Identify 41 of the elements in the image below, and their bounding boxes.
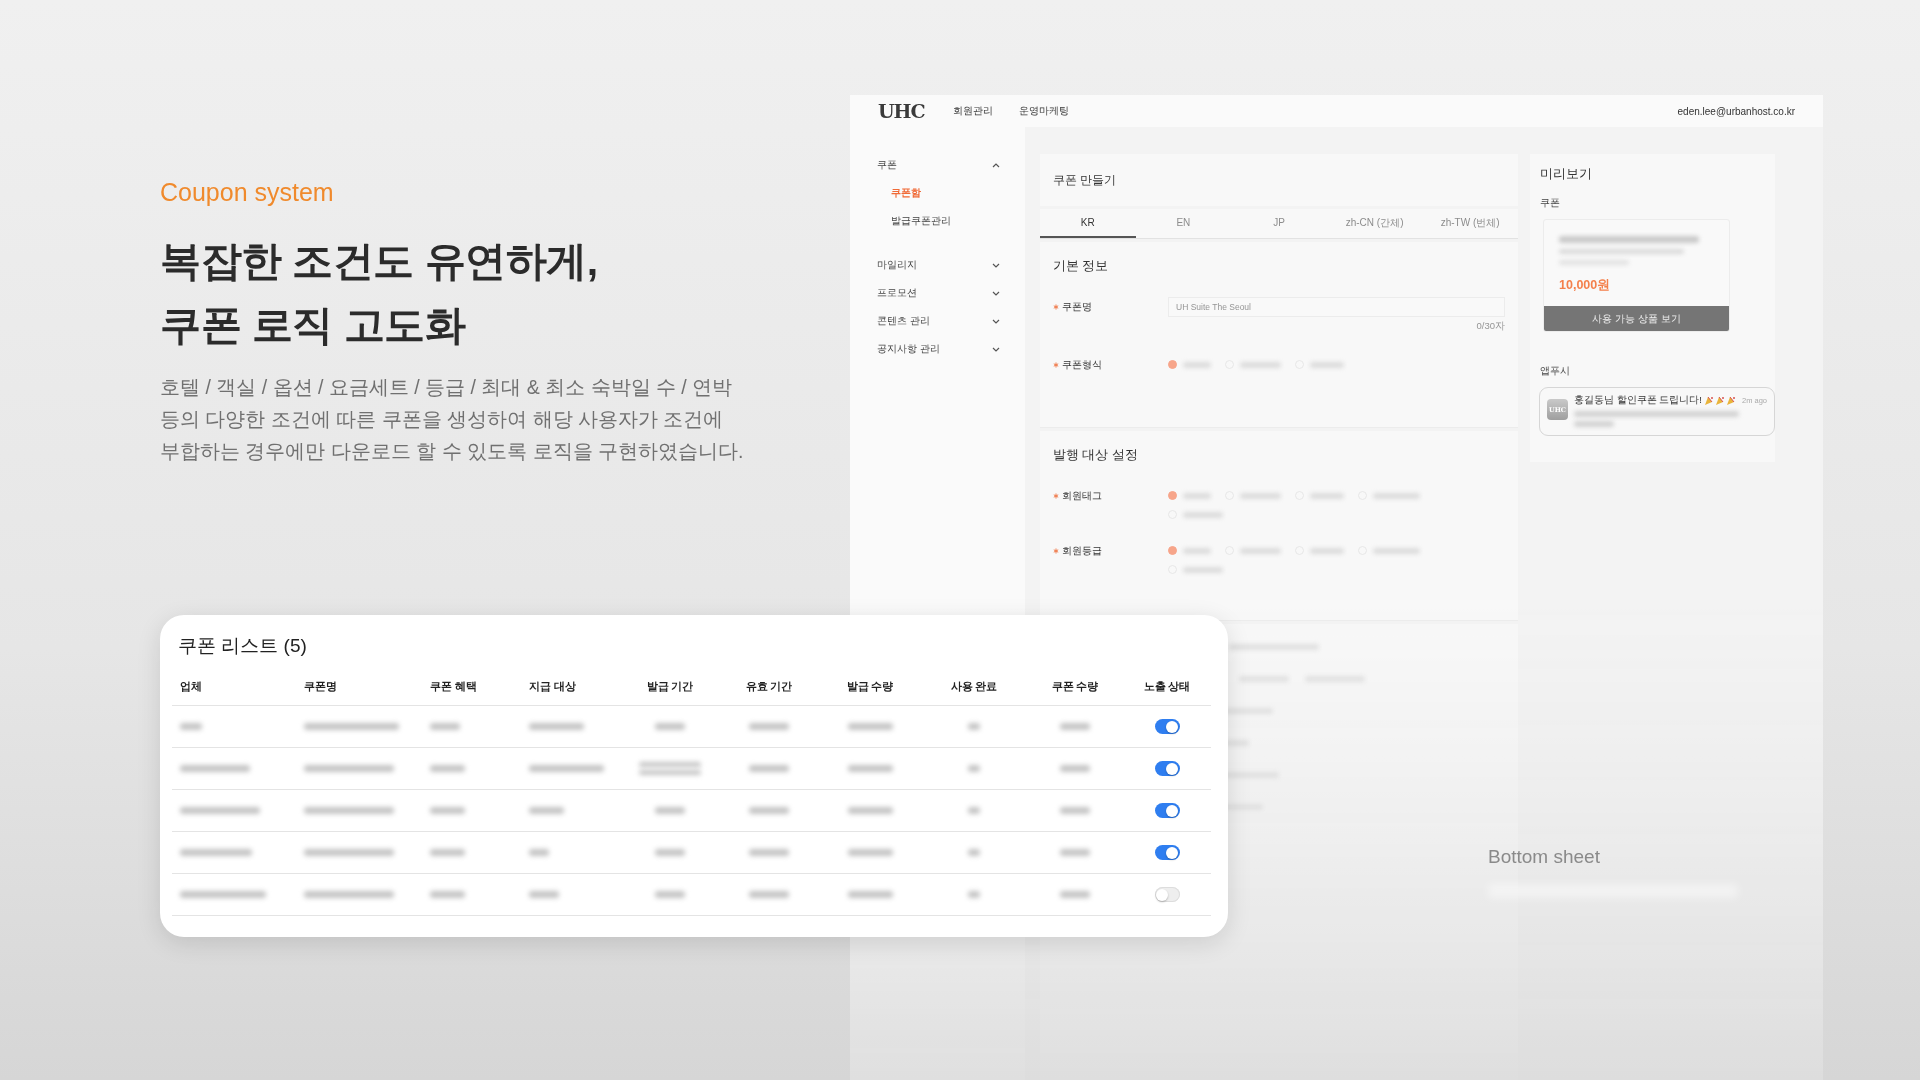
section-title: 발행 대상 설정 [1053,447,1138,464]
view-products-button[interactable]: 사용 가능 상품 보기 [1544,306,1729,331]
field-label: 쿠폰형식 [1062,358,1102,372]
nav-link[interactable]: 운영마케팅 [1018,104,1069,118]
field-label: 회원등급 [1062,544,1102,558]
overlay-caption: Bottom sheet [1488,846,1600,867]
column-header: 사용 완료 [950,680,998,694]
sidebar-item[interactable]: 쿠폰 [850,151,1025,179]
field-label: 회원태그 [1062,489,1102,503]
description: 호텔 / 객실 / 옵션 / 요금세트 / 등급 / 최대 & 최소 숙박일 수 / 연박 등의 다양한 조건에 따른 쿠폰을 생성하여 해당 사용자가 조건에 부합하는 경우에만 다운로드 할 수 있도록 로직을 구현하였습니다. [160,375,745,464]
language-tab[interactable]: KR [1040,209,1136,238]
column-header: 유효 기간 [745,680,793,694]
column-header: 쿠폰 수량 [1051,680,1099,694]
section-label: Coupon system [160,178,334,207]
coupon-amount: 10,000원 [1559,277,1611,294]
section-title: 기본 정보 [1053,258,1109,275]
headline: 복잡한 조건도 유연하게, 쿠폰 로직 고도화 [160,237,599,350]
sidebar-item[interactable]: 프로모션 [850,279,1025,307]
section-label: 쿠폰 [1540,197,1560,210]
column-header: 노출 상태 [1143,680,1191,694]
nav-link[interactable]: 회원관리 [952,104,993,118]
text-field[interactable]: UH Suite The Seoul [1168,297,1505,317]
column-header: 쿠폰 혜택 [430,680,477,694]
card-title: 쿠폰 만들기 [1053,171,1117,189]
section-label: 앱푸시 [1540,365,1570,378]
sidebar-item[interactable]: 공지사항 관리 [850,335,1025,363]
column-header: 쿠폰명 [304,680,337,694]
column-header: 업체 [180,680,202,694]
panel-title: 미리보기 [1540,166,1592,183]
sidebar-subitem[interactable]: 발급쿠폰관리 [850,207,1025,235]
card-title: 쿠폰 리스트 (5) [178,634,307,658]
field-label: 쿠폰명 [1062,300,1092,314]
user-email: eden.lee@urbanhost.co.kr [1677,105,1795,117]
column-header: 발급 기간 [646,680,694,694]
character-counter: 0/30자 [1475,320,1505,333]
notification-title: 홍길동님 할인쿠폰 드립니다! [1574,394,1702,407]
column-header: 발급 수량 [846,680,894,694]
sidebar-item[interactable]: 콘텐츠 관리 [850,307,1025,335]
column-header: 지급 대상 [529,680,576,694]
sidebar-item[interactable]: 마일리지 [850,251,1025,279]
logo[interactable]: UHC [878,100,925,122]
